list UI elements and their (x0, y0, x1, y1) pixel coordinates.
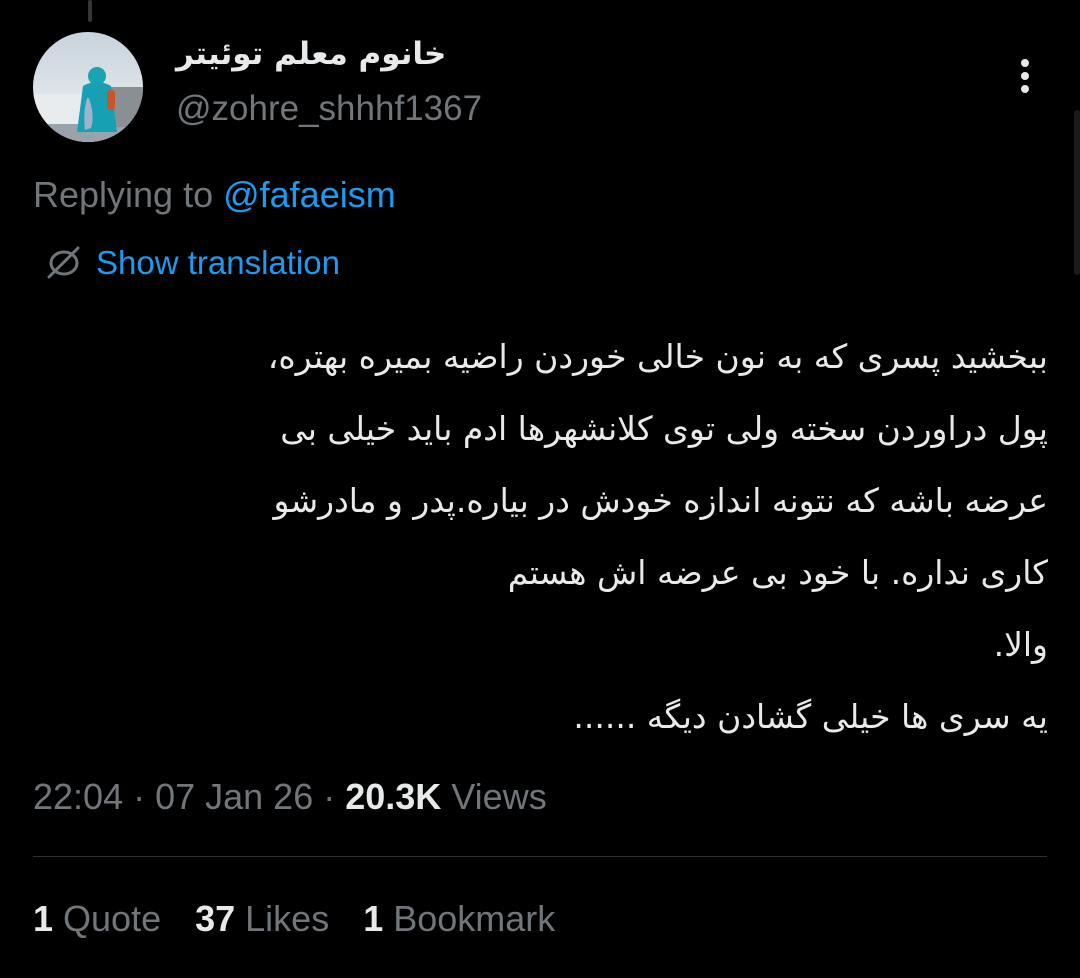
avatar-photo (33, 32, 143, 142)
tweet-meta: 22:04 · 07 Jan 26 · 20.3K Views (33, 776, 547, 818)
meta-separator: · (123, 776, 156, 817)
show-translation-label: Show translation (96, 244, 340, 281)
likes-stat[interactable]: 37 Likes (195, 898, 329, 940)
translate-globe-icon (47, 246, 80, 279)
views-count: 20.3K (345, 776, 442, 817)
tweet-body: ببخشید پسری که به نون خالی خوردن راضیه ب… (36, 321, 1048, 753)
show-translation-button[interactable]: Show translation (44, 244, 340, 282)
tweet-line: عرضه باشه که نتونه اندازه خودش در بیاره.… (273, 481, 1048, 520)
quotes-count: 1 (33, 898, 54, 939)
likes-count: 37 (195, 898, 236, 939)
quotes-label: Quote (53, 898, 162, 939)
replying-to-line: Replying to @fafaeism (33, 174, 396, 216)
author-handle[interactable]: @zohre_shhhf1367 (176, 89, 482, 129)
tweet-line: والا. (993, 625, 1048, 664)
engagement-stats: 1 Quote 37 Likes 1 Bookmark (33, 898, 555, 940)
bookmarks-count: 1 (363, 898, 384, 939)
replying-to-prefix: Replying to (33, 174, 224, 215)
tweet-time[interactable]: 22:04 (33, 776, 123, 817)
thread-connector-line (88, 0, 92, 22)
bookmarks-label: Bookmark (383, 898, 556, 939)
reply-mention-link[interactable]: @fafaeism (223, 174, 396, 215)
likes-label: Likes (235, 898, 330, 939)
bookmarks-stat[interactable]: 1 Bookmark (363, 898, 555, 940)
scrollbar-thumb[interactable] (1074, 110, 1080, 275)
tweet-line: کاری نداره. با خود بی عرضه اش هستم (507, 553, 1048, 592)
views-label: Views (441, 776, 547, 817)
more-options-button[interactable] (1008, 54, 1042, 98)
avatar[interactable] (33, 32, 143, 142)
tweet-line: پول دراوردن سخته ولی توی کلانشهرها ادم ب… (280, 409, 1048, 448)
tweet-date[interactable]: 07 Jan 26 (155, 776, 313, 817)
tweet-line: یه سری ها خیلی گشادن دیگه ...... (573, 697, 1048, 736)
more-vertical-icon (1021, 59, 1029, 93)
tweet-line: ببخشید پسری که به نون خالی خوردن راضیه ب… (267, 337, 1048, 376)
divider (33, 856, 1047, 857)
meta-separator: · (313, 776, 346, 817)
quotes-stat[interactable]: 1 Quote (33, 898, 161, 940)
author-display-name[interactable]: خانوم معلم توئیتر (176, 36, 446, 72)
